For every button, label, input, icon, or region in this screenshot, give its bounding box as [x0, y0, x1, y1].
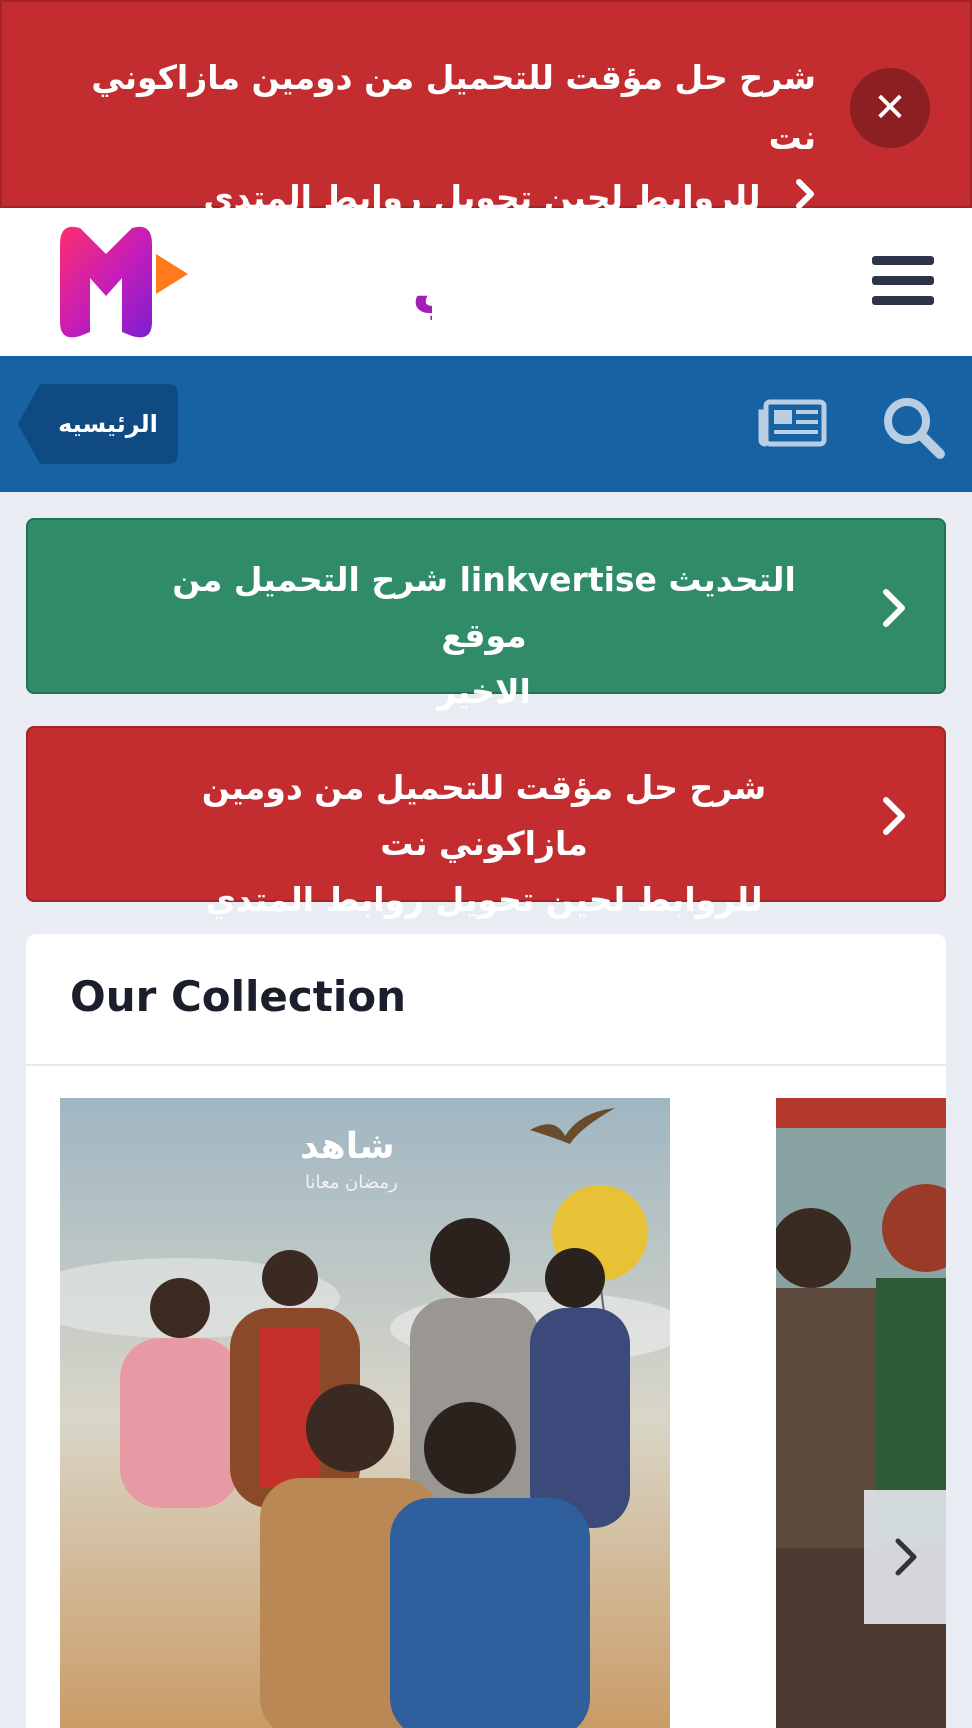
search-icon[interactable]	[880, 394, 946, 460]
collection-poster[interactable]	[776, 1098, 946, 1728]
close-button[interactable]: ✕	[850, 68, 930, 148]
link-card-linkvertise[interactable]: التحديث linkvertise شرح التحميل من موقع …	[26, 518, 946, 711]
next-arrow-icon	[895, 1538, 917, 1576]
link-card-line1: شرح حل مؤقت للتحميل من دومين مازاكوني نت	[201, 768, 767, 863]
poster-brand: شاهد	[300, 1126, 395, 1167]
link-card-line2: الاخير	[437, 672, 531, 711]
breadcrumb-home[interactable]: الرئيسيه	[18, 384, 178, 464]
site-header: مازاكوني	[0, 208, 972, 356]
breadcrumb-home-label: الرئيسيه	[58, 410, 158, 438]
hamburger-menu-button[interactable]	[872, 256, 934, 312]
collection-section: Our Collection شاهد رمضان معانا	[26, 934, 946, 1728]
carousel-next-button[interactable]	[864, 1490, 946, 1624]
hamburger-line	[872, 296, 934, 305]
link-card-line1: التحديث linkvertise شرح التحميل من موقع	[172, 560, 796, 655]
announcement-bar: شرح حل مؤقت للتحميل من دومين مازاكوني نت…	[0, 0, 972, 217]
announcement-link[interactable]: شرح حل مؤقت للتحميل من دومين مازاكوني نت…	[76, 48, 816, 230]
collection-title: Our Collection	[70, 972, 407, 1021]
newspaper-icon[interactable]	[758, 398, 828, 448]
poster-tagline: رمضان معانا	[305, 1172, 398, 1193]
nav-bar: الرئيسيه	[0, 356, 972, 492]
link-card-temporary-fix[interactable]: شرح حل مؤقت للتحميل من دومين مازاكوني نت…	[26, 726, 946, 919]
collection-poster[interactable]: شاهد رمضان معانا	[60, 1098, 670, 1728]
chevron-right-icon	[874, 790, 914, 842]
divider	[26, 1064, 946, 1066]
link-card-line2: للروابط لحين تحويل روابط المتدي	[205, 880, 763, 919]
announcement-line1: شرح حل مؤقت للتحميل من دومين مازاكوني نت	[91, 58, 816, 157]
hamburger-line	[872, 276, 934, 285]
site-logo[interactable]: مازاكوني	[52, 214, 674, 352]
hamburger-menu-icon	[872, 256, 934, 265]
close-icon: ✕	[873, 85, 907, 131]
logo-text: مازاكوني	[412, 252, 432, 321]
chevron-right-icon	[874, 582, 914, 634]
